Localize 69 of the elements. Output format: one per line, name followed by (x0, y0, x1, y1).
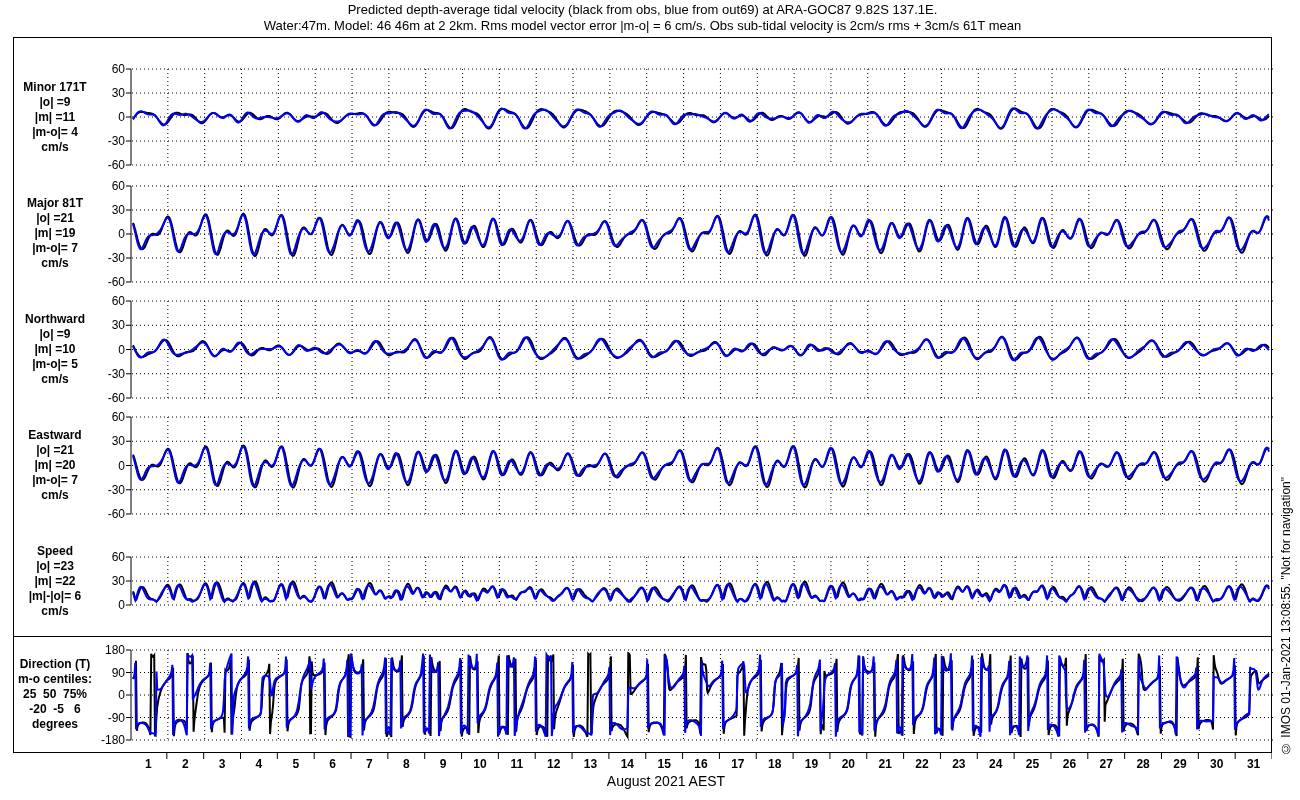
y-tick-label: -30 (107, 366, 125, 381)
x-tick-label: 19 (804, 757, 819, 771)
x-tick-label: 7 (366, 757, 373, 771)
panel-label: Direction (T) m-o centiles: 25 50 75% -20 -5 6 degrees (17, 657, 93, 732)
x-tick-label: 24 (989, 757, 1003, 771)
x-tick-label: 25 (1025, 757, 1040, 771)
x-tick-label: 6 (329, 757, 336, 771)
x-tick-label: 22 (915, 757, 929, 771)
y-tick-label: 30 (111, 574, 125, 588)
y-tick-label: 60 (111, 62, 125, 76)
x-tick-label: 23 (952, 757, 966, 771)
y-tick-label: 0 (118, 342, 125, 357)
y-tick-label: -30 (107, 134, 125, 148)
x-tick-label: 27 (1099, 757, 1113, 771)
y-tick-label: 30 (111, 86, 125, 100)
x-tick-label: 16 (694, 757, 708, 771)
y-tick-label: 60 (111, 410, 125, 424)
x-tick-label: 9 (439, 757, 447, 771)
y-tick-label: -30 (107, 482, 125, 497)
y-tick-label: -90 (107, 710, 125, 725)
y-tick-label: 0 (118, 227, 125, 241)
y-tick-label: -60 (107, 158, 125, 172)
credit-text: © IMOS 01-Jan-2021 13:08:55. "Not for navigation" (1279, 477, 1293, 755)
x-tick-label: 20 (841, 757, 856, 771)
x-tick-label: 2 (181, 757, 189, 771)
x-tick-label: 4 (255, 757, 263, 771)
y-tick-label: 90 (111, 665, 125, 680)
y-tick-label: 0 (118, 110, 125, 124)
y-tick-label: -60 (107, 391, 125, 405)
y-tick-label: 0 (118, 688, 125, 702)
x-tick-label: 29 (1173, 757, 1187, 771)
y-tick-label: 0 (118, 458, 125, 473)
x-tick-label: 15 (657, 757, 671, 771)
x-tick-label: 30 (1210, 757, 1224, 771)
panel-label: Northward |o| =9 |m| =10 |m-o|= 5 cm/s (24, 311, 86, 387)
y-tick-label: 30 (111, 203, 125, 217)
y-tick-label: -60 (107, 275, 125, 289)
y-tick-label: 60 (111, 179, 125, 193)
x-tick-label: 17 (731, 757, 745, 771)
x-tick-label: 31 (1246, 757, 1261, 771)
x-tick-label: 28 (1136, 757, 1150, 771)
x-tick-label: 3 (218, 757, 226, 771)
y-tick-label: -60 (107, 507, 125, 521)
x-tick-label: 10 (473, 757, 487, 771)
chart-title: Predicted depth-average tidal velocity (black from obs, blue from out69) at ARA-GOC87 9.82S 137.1E. Water:47m. Model: 46 46m at 2 2km. Rms model vector error |m-o| = 6 cm/s. Obs sub-tidal velocity is 2cm/s rms + 3cm/s 61T mean (262, 1, 1023, 35)
x-tick-label: 5 (292, 757, 300, 771)
y-tick-label: 30 (111, 434, 125, 449)
x-tick-label: 21 (878, 757, 892, 771)
panel-label: Major 81T |o| =21 |m| =19 |m-o|= 7 cm/s (26, 195, 84, 271)
y-tick-label: 0 (118, 598, 125, 612)
x-tick-label: 11 (510, 757, 524, 771)
y-axis (125, 556, 132, 606)
panel-label: Minor 171T |o| =9 |m| =11 |m-o|= 4 cm/s (22, 79, 88, 155)
y-tick-label: -180 (100, 733, 125, 747)
x-tick-label: 13 (583, 757, 598, 771)
y-tick-label: 60 (111, 550, 125, 564)
x-axis-label: August 2021 AEST (605, 773, 727, 789)
x-tick-label: 8 (402, 757, 410, 771)
panel-label: Eastward |o| =21 |m| =20 |m-o|= 7 cm/s (27, 427, 83, 503)
y-tick-label: 60 (111, 294, 125, 308)
x-tick-label: 14 (620, 757, 634, 771)
x-tick-label: 18 (768, 757, 782, 771)
x-tick-label: 1 (145, 757, 152, 771)
y-tick-label: -30 (107, 251, 125, 265)
y-tick-label: 180 (104, 643, 125, 657)
x-tick-label: 26 (1062, 757, 1077, 771)
y-tick-label: 30 (111, 318, 125, 333)
panel-label: Speed |o| =23 |m| =22 |m|-|o|= 6 cm/s (27, 543, 83, 619)
x-tick-label: 12 (546, 757, 561, 771)
